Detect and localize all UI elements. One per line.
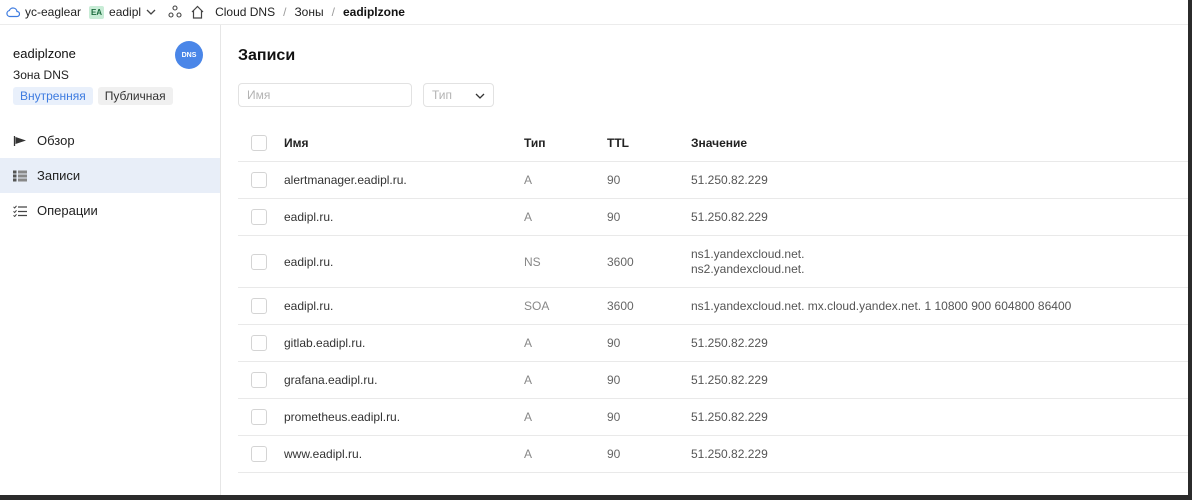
flag-icon (12, 135, 28, 147)
record-value: 51.250.82.229 (691, 361, 1188, 399)
checklist-icon (12, 204, 28, 217)
table-row[interactable]: eadipl.ru. NS 3600 ns1.yandexcloud.net. … (238, 235, 1188, 288)
record-type: A (524, 324, 607, 362)
cloud-name[interactable]: yc-eaglear (25, 5, 81, 19)
record-name: eadipl.ru. (284, 198, 524, 236)
table-row[interactable]: prometheus.eadipl.ru. A 90 51.250.82.229 (238, 398, 1188, 436)
cloud-icon[interactable] (6, 5, 20, 19)
dns-service-avatar: DNS (175, 41, 203, 69)
chip-public: Публичная (97, 87, 173, 105)
table-row[interactable]: www.eadipl.ru. A 90 51.250.82.229 (238, 435, 1188, 473)
breadcrumb-separator: / (283, 5, 287, 19)
record-type: A (524, 161, 607, 199)
record-ttl: 90 (607, 435, 691, 473)
table-row[interactable]: eadipl.ru. A 90 51.250.82.229 (238, 198, 1188, 236)
zone-name: eadiplzone (13, 46, 76, 61)
record-name: prometheus.eadipl.ru. (284, 398, 524, 436)
row-checkbox[interactable] (251, 335, 267, 351)
top-bar: yc-eaglear EA eadipl Cloud DNS / Зоны / … (0, 0, 1188, 25)
record-value: 51.250.82.229 (691, 398, 1188, 436)
record-ttl: 90 (607, 324, 691, 362)
breadcrumb-cloud-dns[interactable]: Cloud DNS (215, 5, 275, 19)
name-filter-input[interactable] (238, 83, 412, 107)
sidebar-item-records[interactable]: Записи (0, 158, 220, 193)
column-header-ttl[interactable]: TTL (607, 125, 691, 162)
row-checkbox[interactable] (251, 298, 267, 314)
chip-internal: Внутренняя (13, 87, 93, 105)
record-value: ns1.yandexcloud.net. mx.cloud.yandex.net… (691, 287, 1188, 325)
table-row[interactable]: alertmanager.eadipl.ru. A 90 51.250.82.2… (238, 161, 1188, 199)
row-checkbox[interactable] (251, 446, 267, 462)
column-header-type[interactable]: Тип (524, 125, 607, 162)
services-icon[interactable] (168, 5, 182, 19)
table-row[interactable]: grafana.eadipl.ru. A 90 51.250.82.229 (238, 361, 1188, 399)
record-name: grafana.eadipl.ru. (284, 361, 524, 399)
record-type: A (524, 198, 607, 236)
app-window: yc-eaglear EA eadipl Cloud DNS / Зоны / … (0, 0, 1188, 495)
folder-badge: EA (89, 5, 105, 19)
row-checkbox[interactable] (251, 372, 267, 388)
record-type: A (524, 435, 607, 473)
row-checkbox[interactable] (251, 172, 267, 188)
record-type: A (524, 398, 607, 436)
record-value: ns1.yandexcloud.net. ns2.yandexcloud.net… (691, 235, 1188, 288)
table-row[interactable]: eadipl.ru. SOA 3600 ns1.yandexcloud.net.… (238, 287, 1188, 325)
record-type: A (524, 361, 607, 399)
record-name: eadipl.ru. (284, 287, 524, 325)
list-icon (12, 170, 28, 182)
record-name: eadipl.ru. (284, 235, 524, 288)
sidebar-item-label: Обзор (37, 133, 75, 148)
row-checkbox[interactable] (251, 253, 267, 270)
sidebar-item-label: Записи (37, 168, 81, 183)
record-value: 51.250.82.229 (691, 435, 1188, 473)
home-icon[interactable] (190, 5, 205, 19)
type-filter-placeholder: Тип (432, 88, 453, 102)
sidebar: eadiplzone Зона DNS DNS Внутренняя Публи… (0, 25, 221, 495)
row-checkbox[interactable] (251, 209, 267, 225)
record-name: www.eadipl.ru. (284, 435, 524, 473)
record-type: SOA (524, 287, 607, 325)
record-type: NS (524, 235, 607, 288)
record-name: gitlab.eadipl.ru. (284, 324, 524, 362)
record-ttl: 90 (607, 398, 691, 436)
page-title: Записи (238, 47, 296, 64)
zone-subtitle: Зона DNS (13, 68, 69, 82)
records-table: Имя Тип TTL Значение alertmanager.eadipl… (238, 125, 1188, 473)
record-value: 51.250.82.229 (691, 161, 1188, 199)
chevron-down-icon (475, 88, 485, 102)
record-ttl: 3600 (607, 235, 691, 288)
record-name: alertmanager.eadipl.ru. (284, 161, 524, 199)
column-header-value[interactable]: Значение (691, 125, 1188, 162)
record-ttl: 90 (607, 198, 691, 236)
record-value: 51.250.82.229 (691, 198, 1188, 236)
sidebar-nav: Обзор Записи Операции (0, 123, 220, 228)
sidebar-item-label: Операции (37, 203, 98, 218)
main-content: Записи Тип Имя Тип TTL Значение (221, 25, 1188, 495)
record-ttl: 90 (607, 361, 691, 399)
table-row[interactable]: gitlab.eadipl.ru. A 90 51.250.82.229 (238, 324, 1188, 362)
row-checkbox[interactable] (251, 409, 267, 425)
zone-type-chips: Внутренняя Публичная (13, 87, 173, 105)
column-header-name[interactable]: Имя (284, 125, 524, 162)
breadcrumb-current: eadiplzone (342, 5, 405, 19)
record-value: 51.250.82.229 (691, 324, 1188, 362)
breadcrumb-separator: / (331, 5, 335, 19)
select-all-checkbox[interactable] (251, 135, 267, 151)
breadcrumb-zones[interactable]: Зоны (294, 5, 323, 19)
sidebar-item-overview[interactable]: Обзор (0, 123, 220, 158)
table-header-row: Имя Тип TTL Значение (238, 125, 1188, 162)
record-ttl: 90 (607, 161, 691, 199)
sidebar-item-operations[interactable]: Операции (0, 193, 220, 228)
folder-name[interactable]: eadipl (109, 5, 141, 19)
chevron-down-icon[interactable] (146, 9, 156, 15)
type-filter-select[interactable]: Тип (423, 83, 494, 107)
record-ttl: 3600 (607, 287, 691, 325)
